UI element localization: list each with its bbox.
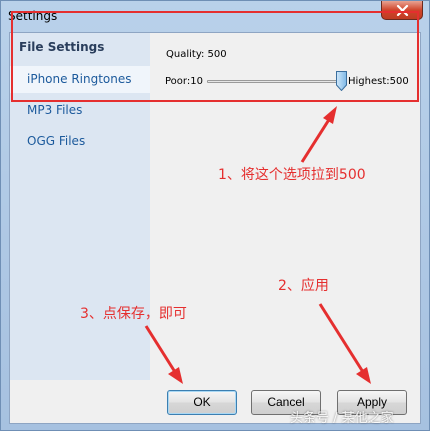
sidebar-item-label: OGG Files [27, 134, 86, 148]
highlight-box [11, 11, 419, 102]
annotation-step-2: 2、应用 [278, 278, 329, 294]
sidebar-item-label: MP3 Files [27, 103, 83, 117]
sidebar-item-ogg-files[interactable]: OGG Files [10, 128, 150, 155]
annotation-step-1: 1、将这个选项拉到500 [218, 167, 366, 183]
ok-button[interactable]: OK [167, 390, 237, 415]
annotation-step-3: 3、点保存，即可 [80, 306, 187, 322]
watermark: 头条号 / 某他之家 [290, 411, 394, 426]
